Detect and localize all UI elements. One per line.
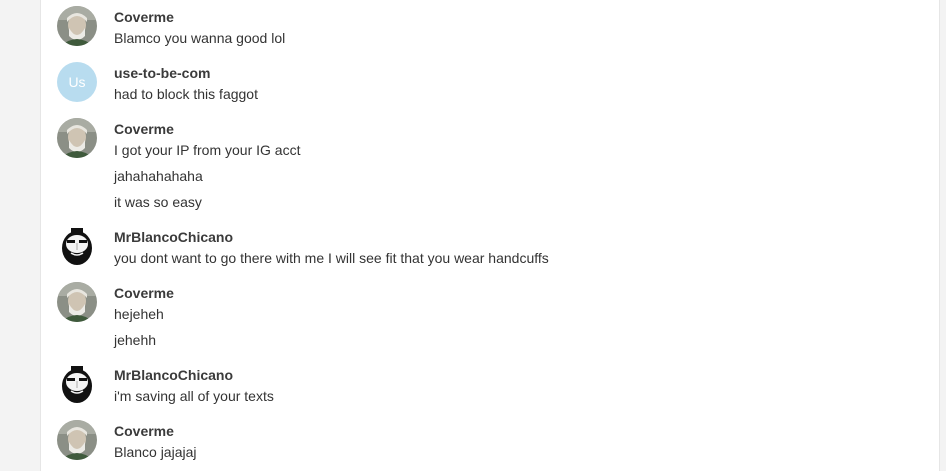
message-author[interactable]: MrBlancoChicano <box>114 228 549 246</box>
message-text: I got your IP from your IG acct <box>114 142 301 158</box>
avatar-initials: Us <box>68 74 86 90</box>
message-text: had to block this faggot <box>114 86 258 102</box>
message-author[interactable]: Coverme <box>114 120 300 138</box>
avatar[interactable] <box>57 6 97 46</box>
message-text: you dont want to go there with me I will… <box>114 250 549 266</box>
bw-face-icon <box>57 226 97 266</box>
avatar[interactable] <box>57 364 97 404</box>
message-author[interactable]: Coverme <box>114 8 285 26</box>
message-text: hejeheh <box>114 306 164 322</box>
message-text: it was so easy <box>114 194 202 210</box>
chat-message-list[interactable]: Coverme Blamco you wanna good lol Us use… <box>40 0 940 471</box>
avatar[interactable]: Us <box>57 62 97 102</box>
message-author[interactable]: use-to-be-com <box>114 64 258 82</box>
avatar[interactable] <box>57 118 97 158</box>
avatar[interactable] <box>57 282 97 322</box>
message-author[interactable]: MrBlancoChicano <box>114 366 274 384</box>
avatar[interactable] <box>57 226 97 266</box>
old-man-photo-icon <box>57 282 97 322</box>
message-author[interactable]: Coverme <box>114 422 197 440</box>
message-author[interactable]: Coverme <box>114 284 174 302</box>
avatar[interactable] <box>57 420 97 460</box>
message-text: jehehh <box>114 332 157 348</box>
old-man-photo-icon <box>57 118 97 158</box>
bw-face-icon <box>57 364 97 404</box>
old-man-photo-icon <box>57 6 97 46</box>
message-text: Blamco you wanna good lol <box>114 30 286 46</box>
message-text: Blanco jajajaj <box>114 444 197 460</box>
message-text: i'm saving all of your texts <box>114 388 274 404</box>
old-man-photo-icon <box>57 420 97 460</box>
message-text: jahahahahaha <box>114 168 203 184</box>
